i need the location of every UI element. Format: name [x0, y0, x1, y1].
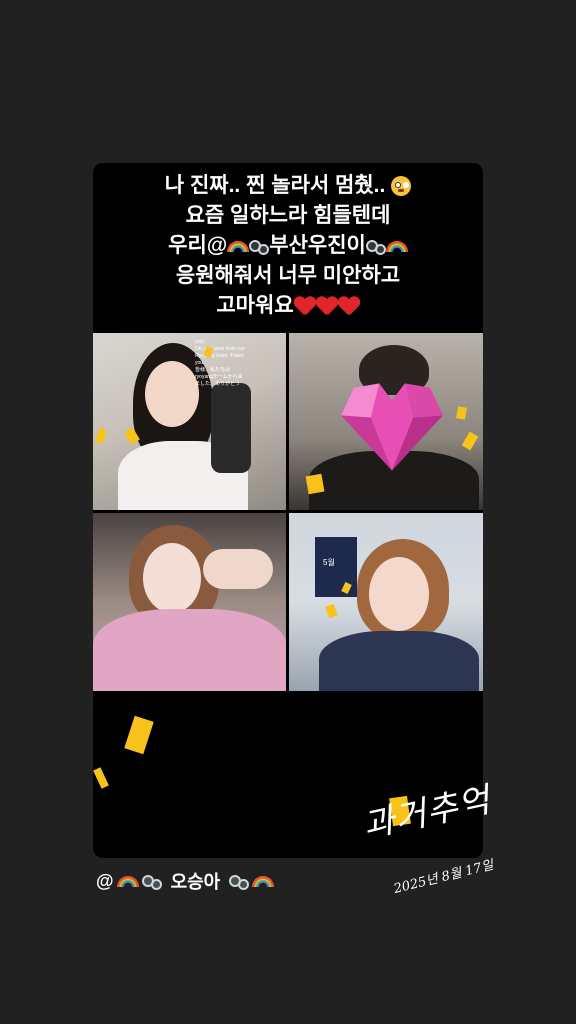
user-mention-tag[interactable]: @ 오승아	[96, 866, 275, 896]
video-call-grid: (ab) Oh, we came from our Ryoyang team. …	[93, 333, 483, 691]
red-heart-icon	[294, 296, 316, 316]
rainbow-icon	[252, 875, 275, 887]
rainbow-icon	[116, 875, 139, 887]
shirt	[93, 609, 286, 691]
subtitle-line: ました。ありがとう	[195, 381, 241, 387]
subtitle-line: you.	[195, 360, 205, 366]
shirt	[319, 631, 479, 691]
pink-heart-mask-icon	[341, 383, 443, 471]
caption-line-5: 고마워요	[93, 291, 483, 321]
mention-username: 오승아	[170, 872, 221, 892]
confetti	[124, 715, 154, 755]
subtitle-line: (ab)	[195, 339, 204, 345]
bubbles-icon	[229, 873, 250, 890]
video-tile-3	[93, 513, 286, 691]
caption-line-1: 나 진짜.. 찐 놀라서 멈췄..	[93, 171, 483, 201]
mention-prefix: @	[96, 870, 114, 891]
face	[145, 361, 199, 427]
caption-line-3: 우리@ 부산우진이	[93, 231, 483, 261]
mention-busan-woojin[interactable]: 부산우진이	[269, 234, 366, 257]
wall-sign: 5월	[315, 537, 357, 597]
red-heart-icon	[338, 296, 360, 316]
caption-line-4: 응원해줘서 너무 미안하고	[175, 264, 401, 287]
caption-line-2: 요즘 일하느라 힘들텐데	[185, 204, 391, 227]
video-tile-4: 5월	[289, 513, 483, 691]
handwritten-date: 2025년 8월 17일	[392, 857, 496, 897]
story-card[interactable]: 나 진짜.. 찐 놀라서 멈췄.. 요즘 일하느라 힘들텐데 우리@ 부산우진이 …	[93, 163, 483, 858]
raised-arm	[203, 549, 273, 589]
wall-sign-text: 5월	[323, 558, 335, 567]
face	[143, 543, 201, 613]
subtitle-line: ryoyangチームから来	[195, 374, 243, 380]
subtitle-line: 皆様、私たちは	[195, 367, 231, 373]
confetti	[305, 473, 325, 495]
story-caption: 나 진짜.. 찐 놀라서 멈췄.. 요즘 일하느라 힘들텐데 우리@ 부산우진이 …	[93, 171, 483, 321]
face	[369, 557, 429, 631]
rainbow-icon	[227, 240, 250, 253]
confetti	[456, 406, 467, 420]
chair	[211, 383, 251, 473]
confetti	[325, 603, 338, 619]
red-heart-icon	[316, 296, 338, 316]
flushed-face-icon	[391, 176, 412, 197]
confetti	[93, 767, 109, 789]
video-tile-2	[289, 333, 483, 510]
confetti	[94, 428, 108, 444]
bubbles-icon	[141, 873, 162, 890]
confetti	[461, 431, 479, 451]
rainbow-icon	[385, 240, 408, 253]
bubbles-icon	[365, 238, 386, 256]
bubbles-icon	[249, 238, 270, 256]
video-tile-1: (ab) Oh, we came from our Ryoyang team. …	[93, 333, 286, 510]
